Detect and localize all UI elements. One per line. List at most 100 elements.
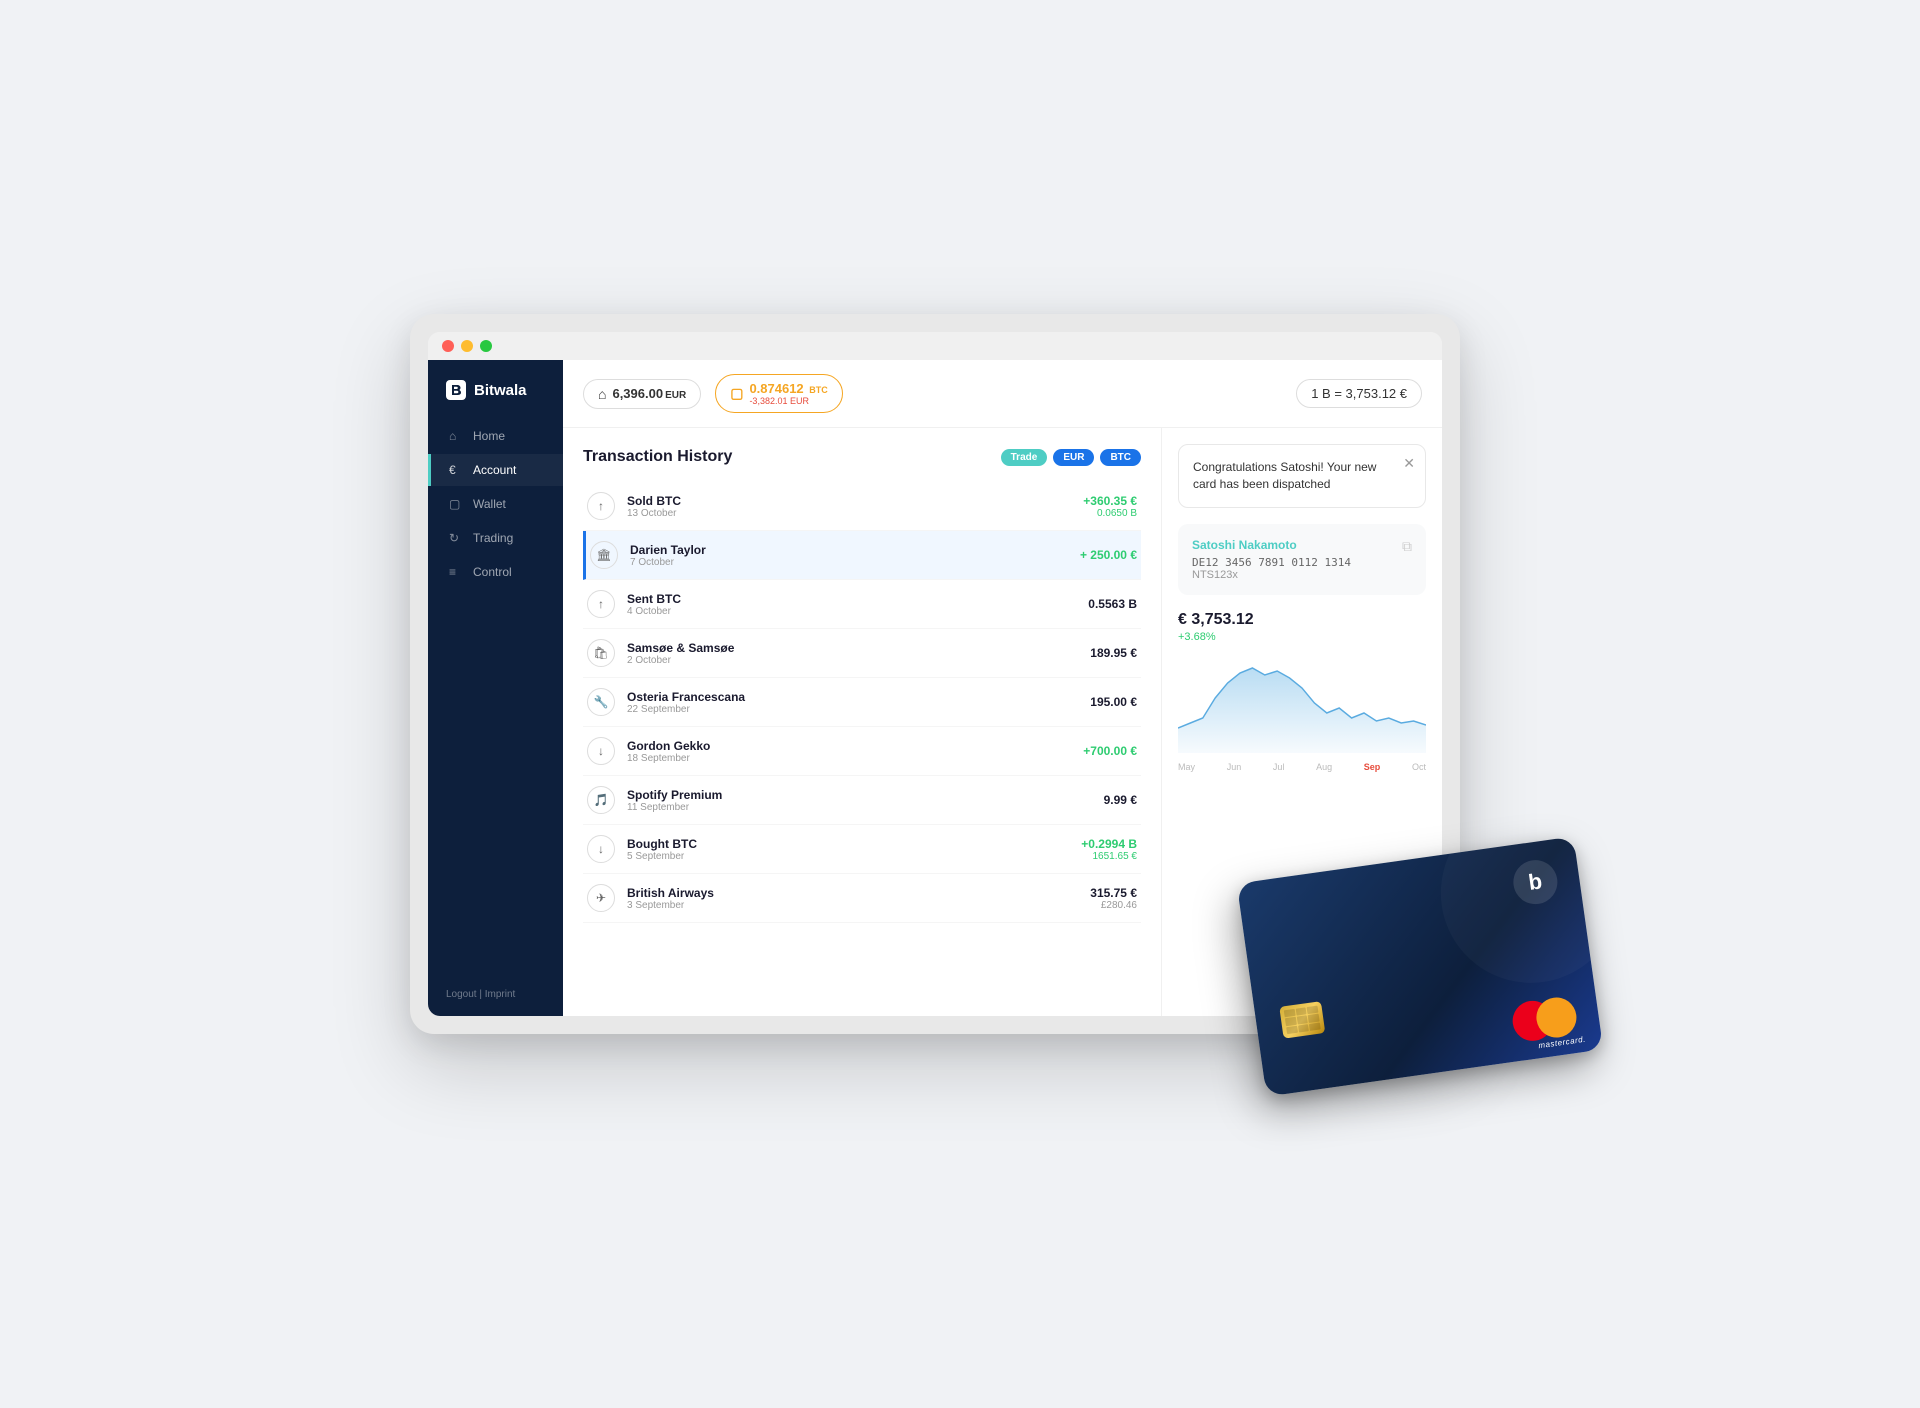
card-number: DE12 3456 7891 0112 1314	[1192, 556, 1351, 569]
tx-date: 13 October	[627, 508, 1071, 519]
tx-icon: ✈	[587, 884, 615, 912]
transaction-section: Transaction History Trade EUR BTC ↑	[563, 428, 1162, 1016]
window-dot-yellow[interactable]	[461, 340, 473, 352]
card-holder-name: Satoshi Nakamoto	[1192, 538, 1351, 552]
tx-amount-block: +360.35 € 0.0650 B	[1083, 494, 1137, 519]
transaction-item[interactable]: 🏛 Darien Taylor 7 October + 250.00 €	[583, 531, 1141, 580]
transaction-item[interactable]: ↓ Bought BTC 5 September +0.2994 B 1651.…	[583, 825, 1141, 874]
btc-eur-sub: -3,382.01 EUR	[749, 396, 827, 406]
tx-name: Sent BTC	[627, 592, 1076, 606]
sidebar: Bitwala ⌂ Home € Account ▢ W	[428, 360, 563, 1016]
home-icon: ⌂	[449, 429, 463, 443]
tx-amount: 189.95 €	[1090, 646, 1137, 660]
btc-balance-chip[interactable]: ▢ 0.874612 BTC -3,382.01 EUR	[715, 374, 843, 413]
sidebar-item-home[interactable]: ⌂ Home	[428, 420, 563, 452]
top-bar: ⌂ 6,396.00EUR ▢ 0.874612 BTC	[563, 360, 1442, 428]
tx-info: Osteria Francescana 22 September	[627, 690, 1078, 715]
btc-label: BTC	[809, 385, 828, 395]
tx-amount-block: 0.5563 B	[1088, 597, 1137, 611]
transaction-item[interactable]: ↑ Sold BTC 13 October +360.35 € 0.0650 B	[583, 482, 1141, 531]
tx-icon: ↑	[587, 492, 615, 520]
sidebar-item-account[interactable]: € Account	[428, 454, 563, 486]
notification-card: Congratulations Satoshi! Your new card h…	[1178, 444, 1426, 508]
tx-date: 11 September	[627, 802, 1092, 813]
eur-balance-chip[interactable]: ⌂ 6,396.00EUR	[583, 379, 701, 409]
tx-icon: ↓	[587, 835, 615, 863]
tx-amount: 315.75 €	[1090, 886, 1137, 900]
transaction-item[interactable]: 🔧 Osteria Francescana 22 September 195.0…	[583, 678, 1141, 727]
notification-text: Congratulations Satoshi! Your new card h…	[1193, 459, 1411, 493]
sidebar-item-account-label: Account	[473, 463, 516, 477]
control-icon: ≡	[449, 565, 463, 579]
tx-amount-block: +700.00 €	[1083, 744, 1137, 758]
tx-info: Samsøe & Samsøe 2 October	[627, 641, 1078, 666]
tx-amount-block: 195.00 €	[1090, 695, 1137, 709]
chip-area	[1279, 1001, 1325, 1039]
tx-icon: 🎵	[587, 786, 615, 814]
tx-amount-sub: 1651.65 €	[1081, 851, 1137, 862]
filter-trade[interactable]: Trade	[1001, 449, 1048, 466]
notification-close-button[interactable]: ✕	[1403, 455, 1415, 472]
tx-date: 22 September	[627, 704, 1078, 715]
sidebar-nav: ⌂ Home € Account ▢ Wallet ↻	[428, 420, 563, 973]
bitwala-logo-icon	[446, 380, 466, 400]
chart-label-aug: Aug	[1316, 762, 1332, 772]
transaction-list: ↑ Sold BTC 13 October +360.35 € 0.0650 B…	[583, 482, 1141, 923]
card-code: NTS123x	[1192, 569, 1351, 581]
tx-info: Gordon Gekko 18 September	[627, 739, 1071, 764]
sidebar-item-trading[interactable]: ↻ Trading	[428, 522, 563, 554]
eur-balance-value: 6,396.00EUR	[612, 386, 686, 401]
transaction-item[interactable]: ↓ Gordon Gekko 18 September +700.00 €	[583, 727, 1141, 776]
tx-icon: 🔧	[587, 688, 615, 716]
tx-amount-block: + 250.00 €	[1080, 548, 1137, 562]
tx-amount-block: +0.2994 B 1651.65 €	[1081, 837, 1137, 862]
window-dot-red[interactable]	[442, 340, 454, 352]
tx-amount-block: 315.75 € £280.46	[1090, 886, 1137, 911]
exchange-rate: 1 B = 3,753.12 €	[1296, 379, 1422, 408]
chart-label-jun: Jun	[1227, 762, 1242, 772]
trading-icon: ↻	[449, 531, 463, 545]
tx-info: Spotify Premium 11 September	[627, 788, 1092, 813]
tx-amount-sub: £280.46	[1090, 900, 1137, 911]
transaction-item[interactable]: 🛍 Samsøe & Samsøe 2 October 189.95 €	[583, 629, 1141, 678]
section-title: Transaction History	[583, 448, 732, 466]
credit-card-visual: b mastercard.	[1237, 836, 1604, 1096]
tx-name: Gordon Gekko	[627, 739, 1071, 753]
sidebar-item-home-label: Home	[473, 429, 505, 443]
tx-amount: 0.5563 B	[1088, 597, 1137, 611]
tx-amount: +0.2994 B	[1081, 837, 1137, 851]
tx-name: Spotify Premium	[627, 788, 1092, 802]
tx-name: British Airways	[627, 886, 1078, 900]
sidebar-item-wallet-label: Wallet	[473, 497, 506, 511]
transaction-item[interactable]: ✈ British Airways 3 September 315.75 € £…	[583, 874, 1141, 923]
chip	[1279, 1001, 1325, 1039]
tx-info: Bought BTC 5 September	[627, 837, 1069, 862]
sidebar-logo: Bitwala	[428, 380, 563, 420]
sidebar-item-control-label: Control	[473, 565, 512, 579]
filter-eur[interactable]: EUR	[1053, 449, 1094, 466]
chart-label-oct: Oct	[1412, 762, 1426, 772]
wallet-icon: ▢	[449, 497, 463, 511]
chart-value: € 3,753.12	[1178, 611, 1426, 629]
tx-info: Darien Taylor 7 October	[630, 543, 1068, 568]
tx-icon: 🏛	[590, 541, 618, 569]
tx-date: 18 September	[627, 753, 1071, 764]
window-dot-green[interactable]	[480, 340, 492, 352]
transaction-item[interactable]: ↑ Sent BTC 4 October 0.5563 B	[583, 580, 1141, 629]
house-icon: ⌂	[598, 386, 606, 402]
tx-date: 3 September	[627, 900, 1078, 911]
filter-btc[interactable]: BTC	[1100, 449, 1141, 466]
euro-icon: €	[449, 463, 463, 477]
tx-icon: ↑	[587, 590, 615, 618]
sidebar-item-control[interactable]: ≡ Control	[428, 556, 563, 588]
tx-amount: 9.99 €	[1104, 793, 1137, 807]
sidebar-item-wallet[interactable]: ▢ Wallet	[428, 488, 563, 520]
transaction-item[interactable]: 🎵 Spotify Premium 11 September 9.99 €	[583, 776, 1141, 825]
tx-amount-block: 189.95 €	[1090, 646, 1137, 660]
copy-button[interactable]: ⧉	[1402, 538, 1412, 555]
filter-pills: Trade EUR BTC	[1001, 449, 1141, 466]
window-chrome	[428, 332, 1442, 360]
sidebar-logo-text: Bitwala	[474, 382, 527, 399]
chart-label-jul: Jul	[1273, 762, 1285, 772]
sidebar-item-trading-label: Trading	[473, 531, 513, 545]
